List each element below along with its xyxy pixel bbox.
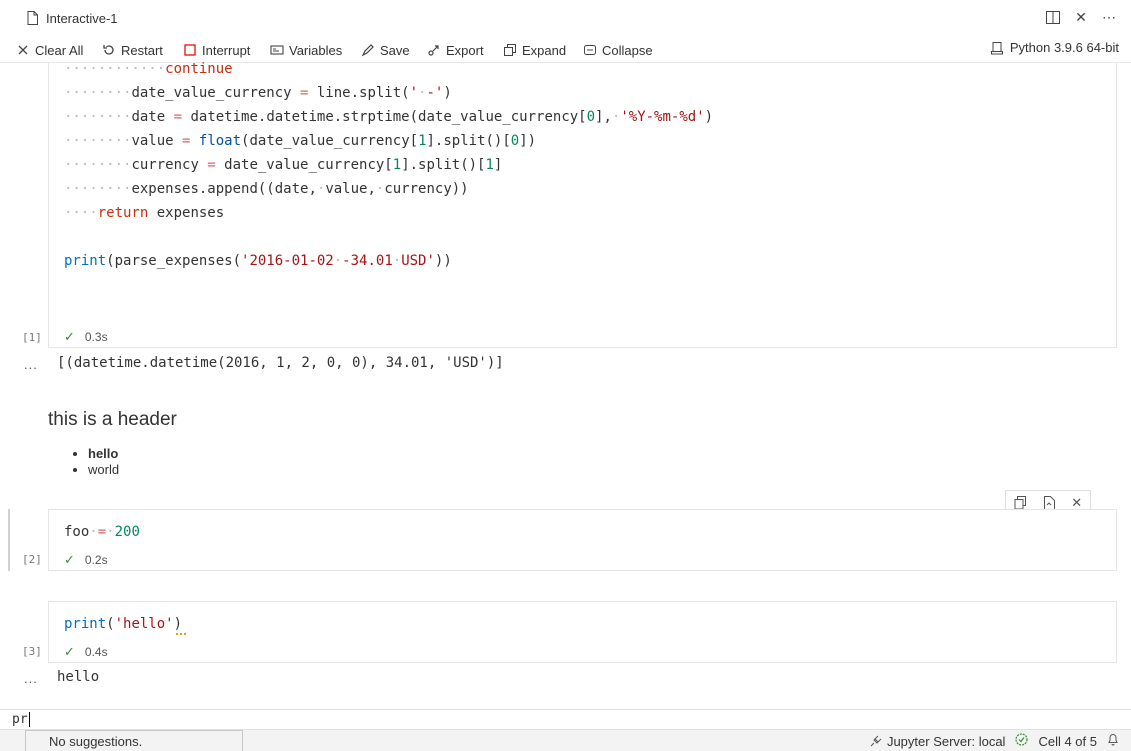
suggestion-widget: No suggestions. [25, 730, 243, 751]
list-item: hello [88, 446, 119, 462]
markdown-header: this is a header [48, 409, 177, 430]
output-collapse-ellipsis[interactable]: ... [24, 671, 38, 686]
code-cell-2[interactable] [48, 509, 1117, 571]
expand-icon [504, 44, 516, 56]
execution-count: [3] [22, 645, 42, 658]
save-icon [361, 44, 374, 57]
export-icon [428, 45, 439, 56]
jupyter-server-status[interactable]: Jupyter Server: local [870, 734, 1005, 749]
clear-icon [18, 45, 28, 55]
file-icon [27, 11, 38, 25]
title-bar: Interactive-1 ✕ ⋯ [0, 0, 1131, 36]
success-check-icon: ✓ [64, 644, 75, 659]
kernel-idle-icon[interactable] [1015, 733, 1029, 749]
execution-count: [1] [22, 331, 42, 344]
execution-status: ✓ 0.4s [64, 644, 108, 659]
restart-icon [103, 45, 114, 55]
code-cell-3-source[interactable]: print('hello') [64, 612, 182, 636]
list-item: world [88, 462, 119, 478]
close-icon[interactable]: ✕ [1073, 9, 1089, 25]
cell-position[interactable]: Cell 4 of 5 [1038, 734, 1097, 749]
execution-status: ✓ 0.3s [64, 329, 108, 344]
warning-squiggle [176, 632, 186, 635]
execution-count: [2] [22, 553, 42, 566]
code-cell-3[interactable] [48, 601, 1117, 663]
kernel-picker[interactable]: Python 3.9.6 64-bit [990, 40, 1119, 55]
variables-icon [270, 45, 284, 55]
interactive-input-box[interactable]: pr [0, 709, 1131, 729]
window-title: Interactive-1 [46, 11, 118, 26]
goto-code-icon[interactable] [1043, 496, 1056, 510]
code-cell-1-source[interactable]: ············continue ········date_value_… [64, 57, 713, 273]
text-caret [28, 712, 30, 727]
cell-output: hello [57, 669, 100, 685]
kernel-icon [990, 41, 1003, 54]
code-cell-2-source[interactable]: foo·=·200 [64, 520, 140, 544]
copy-icon[interactable] [1014, 496, 1027, 510]
output-collapse-ellipsis[interactable]: ... [24, 357, 38, 372]
markdown-list: hello world [74, 446, 119, 478]
cell-output: [(datetime.datetime(2016, 1, 2, 0, 0), 3… [57, 355, 504, 371]
success-check-icon: ✓ [64, 329, 75, 344]
more-actions-icon[interactable]: ⋯ [1101, 9, 1117, 25]
success-check-icon: ✓ [64, 552, 75, 567]
cell-focus-marker [8, 509, 10, 571]
notification-bell-icon[interactable] [1107, 733, 1119, 749]
split-editor-icon[interactable] [1045, 9, 1061, 25]
plug-icon [870, 735, 882, 747]
input-text[interactable]: pr [12, 712, 30, 727]
stop-icon [184, 44, 196, 56]
collapse-icon [584, 45, 596, 55]
status-bar: No suggestions. Jupyter Server: local Ce… [0, 729, 1131, 751]
execution-status: ✓ 0.2s [64, 552, 108, 567]
